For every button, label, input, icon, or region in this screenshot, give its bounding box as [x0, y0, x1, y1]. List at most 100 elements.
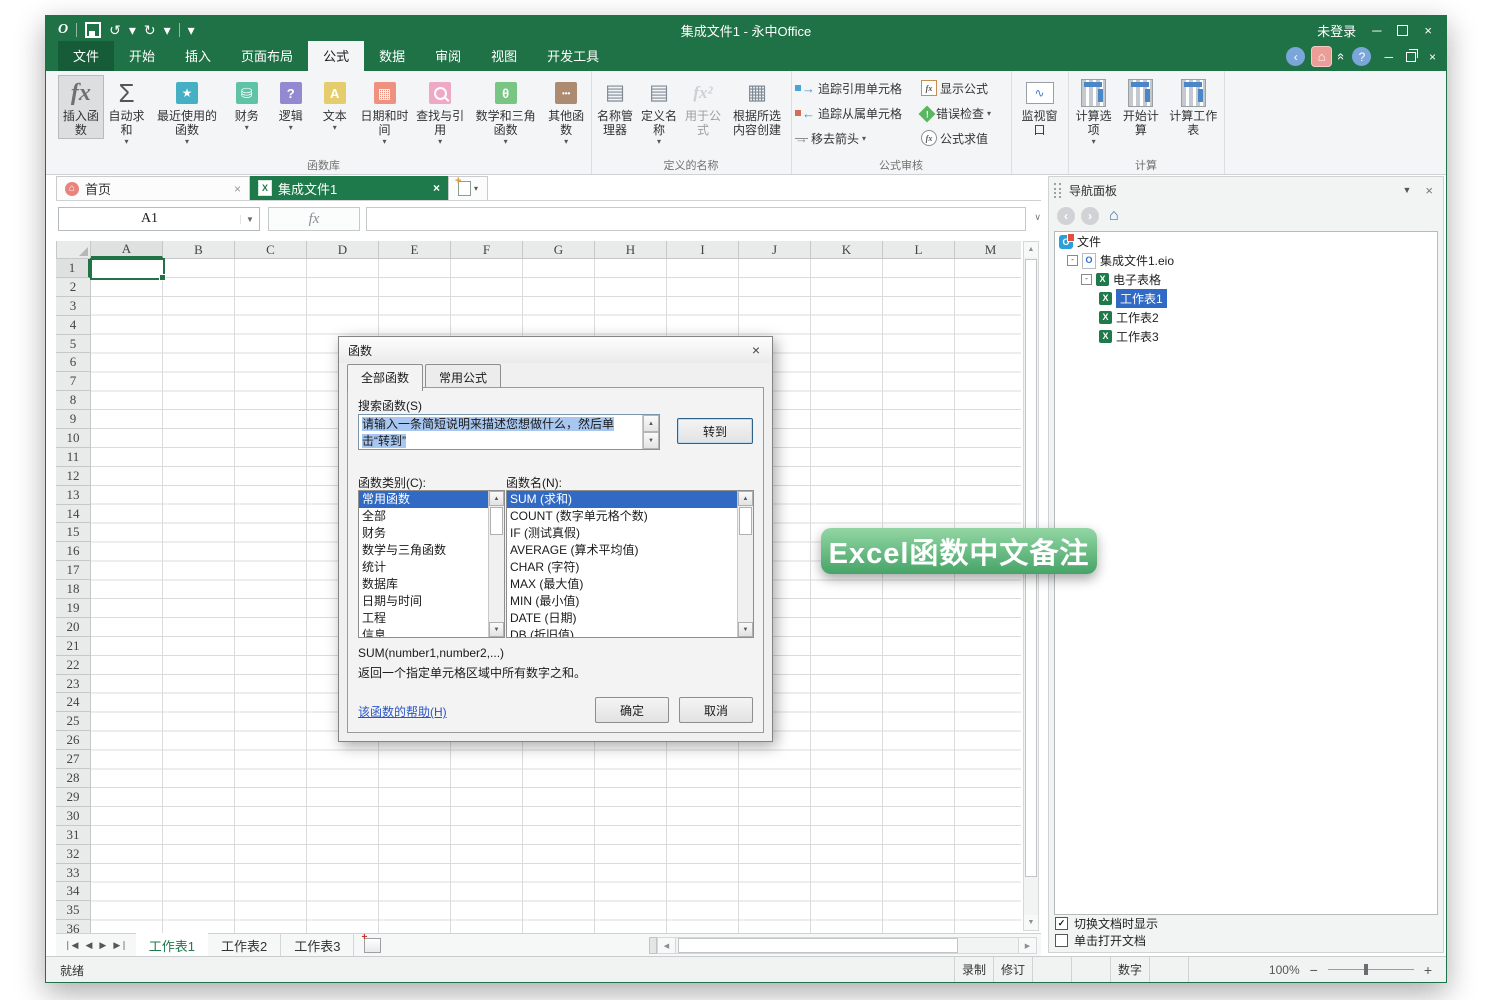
close-button[interactable]: ×	[1424, 24, 1432, 37]
cancel-button[interactable]: 取消	[679, 697, 753, 723]
nav-forward-button[interactable]: ›	[1081, 207, 1099, 225]
more-functions-button[interactable]: •••其他函数▾	[543, 75, 589, 148]
checkbox-unchecked-icon[interactable]	[1055, 934, 1068, 947]
calculate-sheet-button[interactable]: 计算工作表	[1164, 75, 1222, 139]
dropdown-caret-icon[interactable]: ▾	[504, 137, 508, 146]
column-header-c[interactable]: C	[235, 241, 307, 258]
watch-window-button[interactable]: ∿监视窗口	[1013, 75, 1066, 139]
function-name-item[interactable]: DB (折旧值)	[507, 627, 753, 638]
column-header-b[interactable]: B	[163, 241, 235, 258]
dropdown-caret-icon[interactable]: ▾	[862, 134, 866, 143]
menu-tab-file[interactable]: 文件	[58, 41, 114, 71]
function-name-item[interactable]: SUM (求和)	[507, 491, 753, 508]
dropdown-caret-icon[interactable]: ▾	[185, 137, 189, 146]
error-checking-button[interactable]: !错误检查▾	[921, 102, 1009, 124]
undo-dropdown-icon[interactable]: ▾	[129, 23, 136, 37]
prev-sheet-icon[interactable]: ◀	[85, 940, 92, 951]
menu-tab-insert[interactable]: 插入	[170, 41, 226, 71]
function-name-item[interactable]: MAX (最大值)	[507, 576, 753, 593]
scroll-down-icon[interactable]: ▼	[738, 622, 753, 637]
close-tab-icon[interactable]: ×	[433, 181, 440, 195]
minimize-button[interactable]: ─	[1372, 24, 1381, 37]
sheet-tab-3[interactable]: 工作表3	[281, 933, 354, 958]
function-category-item[interactable]: 全部	[359, 508, 504, 525]
scroll-up-icon[interactable]: ▲	[1024, 242, 1038, 257]
ok-button[interactable]: 确定	[595, 697, 669, 723]
tree-node-sheet-2[interactable]: X工作表2	[1055, 308, 1437, 327]
home-button[interactable]: ⌂	[1312, 47, 1331, 66]
row-header-31[interactable]: 31	[56, 826, 90, 845]
dropdown-caret-icon[interactable]: ▾	[987, 109, 991, 118]
dialog-titlebar[interactable]: 函数 ×	[339, 337, 772, 363]
dropdown-caret-icon[interactable]: ▾	[125, 137, 129, 146]
function-category-item[interactable]: 数据库	[359, 576, 504, 593]
math-trig-button[interactable]: θ数学和三角函数▾	[468, 75, 543, 148]
collapse-node-icon[interactable]: -	[1081, 274, 1092, 285]
drag-handle-icon[interactable]	[1054, 183, 1061, 198]
dropdown-caret-icon[interactable]: ▾	[657, 137, 661, 146]
list-scrollbar[interactable]: ▲ ▼	[737, 491, 753, 637]
tree-node-document[interactable]: - O 集成文件1.eio	[1055, 251, 1437, 270]
column-header-m[interactable]: M	[955, 241, 1021, 258]
name-box-dropdown-icon[interactable]: ▼	[240, 215, 259, 224]
zoom-in-button[interactable]: +	[1424, 962, 1432, 978]
tree-node-spreadsheet[interactable]: - X 电子表格	[1055, 270, 1437, 289]
autosum-button[interactable]: Σ自动求和▾	[104, 75, 150, 148]
close-tab-icon[interactable]: ×	[234, 182, 241, 196]
column-header-j[interactable]: J	[739, 241, 811, 258]
function-category-item[interactable]: 常用函数	[359, 491, 504, 508]
function-name-item[interactable]: MIN (最小值)	[507, 593, 753, 610]
row-header-34[interactable]: 34	[56, 882, 90, 901]
lookup-reference-button[interactable]: 查找与引用▾	[412, 75, 468, 148]
row-header-11[interactable]: 11	[56, 448, 90, 467]
row-header-32[interactable]: 32	[56, 845, 90, 864]
login-status[interactable]: 未登录	[1317, 21, 1356, 40]
save-icon[interactable]	[85, 22, 101, 38]
row-header-29[interactable]: 29	[56, 788, 90, 807]
dropdown-caret-icon[interactable]: ▾	[1092, 137, 1096, 146]
row-header-19[interactable]: 19	[56, 599, 90, 618]
date-time-button[interactable]: ▦日期和时间▾	[357, 75, 413, 148]
column-header-g[interactable]: G	[523, 241, 595, 258]
function-category-item[interactable]: 数学与三角函数	[359, 542, 504, 559]
sheet-tab-1[interactable]: 工作表1	[136, 933, 208, 958]
name-manager-button[interactable]: ▤名称管理器	[593, 75, 637, 139]
panel-close-icon[interactable]: ×	[1425, 183, 1433, 198]
doc-tab-start-page[interactable]: ⌂ 首页 ×	[56, 176, 250, 200]
function-category-item[interactable]: 日期与时间	[359, 593, 504, 610]
row-header-23[interactable]: 23	[56, 675, 90, 694]
row-header-5[interactable]: 5	[56, 335, 90, 354]
column-header-h[interactable]: H	[595, 241, 667, 258]
menu-tab-view[interactable]: 视图	[476, 41, 532, 71]
vertical-scrollbar[interactable]: ▲ ▼	[1023, 241, 1039, 931]
sheet-tab-2[interactable]: 工作表2	[208, 933, 281, 958]
scroll-thumb[interactable]	[739, 507, 752, 535]
row-header-21[interactable]: 21	[56, 637, 90, 656]
selected-cell-a1[interactable]	[90, 258, 165, 280]
function-name-item[interactable]: IF (测试真假)	[507, 525, 753, 542]
status-segment-修订[interactable]: 修订	[993, 957, 1032, 982]
dropdown-caret-icon[interactable]: ▾	[289, 123, 293, 132]
column-header-e[interactable]: E	[379, 241, 451, 258]
scroll-up-icon[interactable]: ▲	[738, 491, 753, 506]
logic-button[interactable]: ?逻辑▾	[269, 75, 313, 134]
show-formulas-button[interactable]: fx显示公式	[921, 77, 1009, 99]
nav-home-button[interactable]: ⌂	[1109, 207, 1119, 225]
tree-node-sheet-1[interactable]: X工作表1	[1055, 289, 1437, 308]
tree-node-files-root[interactable]: O 文件	[1055, 232, 1437, 251]
list-scrollbar[interactable]: ▲ ▼	[488, 491, 504, 637]
scroll-down-icon[interactable]: ▼	[643, 432, 659, 449]
help-button[interactable]: ?	[1352, 47, 1371, 66]
column-header-f[interactable]: F	[451, 241, 523, 258]
function-category-item[interactable]: 信息	[359, 627, 504, 638]
function-category-item[interactable]: 工程	[359, 610, 504, 627]
dropdown-caret-icon[interactable]: ▾	[564, 137, 568, 146]
formula-input[interactable]	[366, 207, 1026, 231]
row-header-27[interactable]: 27	[56, 750, 90, 769]
zoom-slider-thumb[interactable]	[1364, 964, 1368, 975]
horizontal-scroll-thumb[interactable]	[678, 938, 958, 953]
insert-function-button[interactable]: fx插入函数	[58, 75, 104, 139]
recent-functions-button[interactable]: ★最近使用的函数▾	[149, 75, 224, 148]
scroll-up-icon[interactable]: ▲	[643, 415, 659, 432]
horizontal-scrollbar[interactable]: ◀ ▶	[649, 937, 1037, 954]
